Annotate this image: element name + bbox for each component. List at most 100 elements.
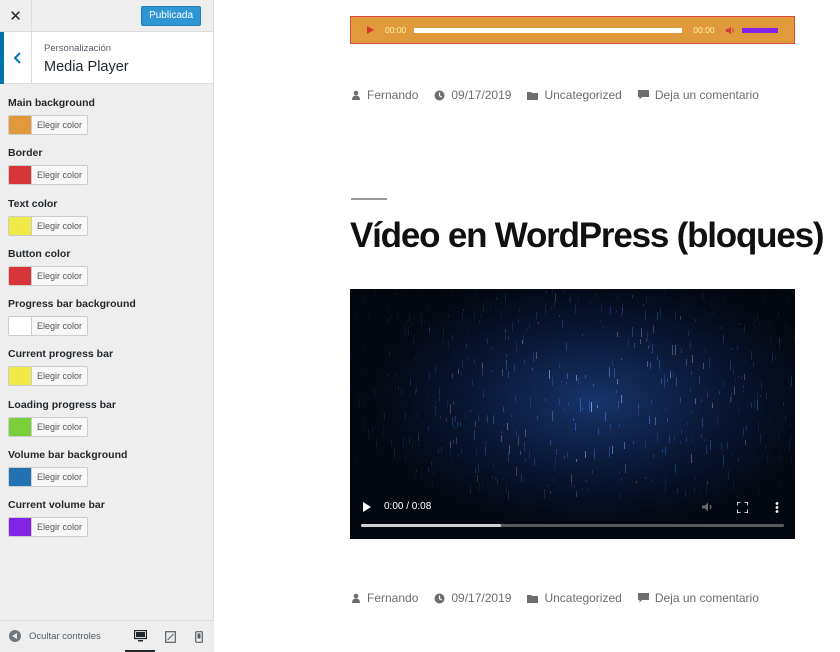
meta-date: 09/17/2019 [434,88,511,102]
video-progress-bar[interactable] [361,524,784,527]
audio-progress-bar[interactable] [414,27,683,33]
post-title[interactable]: Vídeo en WordPress (bloques) [350,216,825,256]
video-player[interactable]: 0:00 / 0:08 [350,289,795,539]
color-swatch[interactable] [9,417,32,436]
color-picker-label: Elegir color [32,417,88,436]
color-picker-label: Elegir color [32,468,88,487]
color-swatch[interactable] [9,266,32,285]
color-picker-button[interactable]: Elegir color [8,416,89,437]
mobile-preview-button[interactable] [184,621,214,652]
clock-icon [434,593,445,603]
breadcrumb: Personalización [44,43,112,54]
control-label: Progress bar background [8,298,136,311]
more-vertical-icon[interactable] [775,502,779,513]
collapse-arrow-icon [9,630,21,642]
control-label: Loading progress bar [8,398,116,411]
color-control: Progress bar background Elegir color [8,297,205,347]
color-swatch[interactable] [9,317,32,336]
color-picker-button[interactable]: Elegir color [8,467,89,488]
color-picker-button[interactable]: Elegir color [8,215,89,236]
color-picker-label: Elegir color [32,216,88,235]
color-picker-button[interactable]: Elegir color [8,316,89,337]
meta-author: Fernando [351,88,418,102]
close-icon[interactable]: ✕ [0,0,32,32]
control-label: Current progress bar [8,348,114,361]
post-meta: Fernando 09/17/2019 Uncategorized Deja u… [351,88,775,102]
color-swatch[interactable] [9,367,32,386]
site-preview: 00:00 00:00 Fernando 09/17/2019 Uncatego… [215,0,840,652]
date-link[interactable]: 09/17/2019 [451,88,511,102]
color-controls-list: Main background Elegir color Border Elegir … [0,84,213,549]
audio-current-time: 00:00 [385,25,407,35]
comment-icon [637,593,649,603]
user-icon [352,90,360,100]
control-label: Text color [8,197,58,210]
desktop-preview-button[interactable] [125,621,155,652]
color-picker-button[interactable]: Elegir color [8,265,89,286]
audio-duration: 00:00 [693,25,715,35]
meta-date: 09/17/2019 [434,591,511,605]
publish-button[interactable]: Publicada [141,6,201,26]
meta-category: Uncategorized [527,591,622,605]
author-link[interactable]: Fernando [367,88,418,102]
color-swatch[interactable] [9,518,32,537]
color-control: Text color Elegir color [8,197,205,247]
color-picker-button[interactable]: Elegir color [8,517,89,538]
color-picker-button[interactable]: Elegir color [8,165,89,186]
comments-link[interactable]: Deja un comentario [655,591,759,605]
volume-icon[interactable] [702,502,714,512]
color-swatch[interactable] [9,116,32,134]
customizer-footer: Ocultar controles [0,620,214,652]
color-picker-button[interactable]: Elegir color [8,115,89,135]
video-time: 0:00 / 0:08 [384,501,432,512]
color-swatch[interactable] [9,166,32,185]
meta-category: Uncategorized [527,88,622,102]
color-control: Main background Elegir color [8,96,205,146]
video-progress-fill [361,524,501,527]
color-picker-label: Elegir color [32,166,88,185]
hide-controls-button[interactable]: Ocultar controles [9,630,101,642]
audio-player: 00:00 00:00 [350,16,795,44]
date-link[interactable]: 09/17/2019 [451,591,511,605]
folder-icon [527,594,539,603]
customizer-sidebar: ✕ Publicada Personalización Media Player… [0,0,214,652]
color-control: Current progress bar Elegir color [8,347,205,397]
play-icon[interactable] [367,26,374,34]
tablet-preview-button[interactable] [155,621,185,652]
color-control: Volume bar background Elegir color [8,448,205,498]
author-link[interactable]: Fernando [367,591,418,605]
color-picker-label: Elegir color [32,317,88,336]
color-picker-label: Elegir color [32,116,88,134]
back-button[interactable] [0,32,32,84]
audio-volume-level [741,27,778,33]
category-link[interactable]: Uncategorized [544,591,621,605]
comments-link[interactable]: Deja un comentario [655,88,759,102]
fullscreen-icon[interactable] [737,502,748,513]
color-control: Loading progress bar Elegir color [8,398,205,448]
control-label: Current volume bar [8,499,105,512]
video-controls: 0:00 / 0:08 [350,491,795,539]
post-meta-bottom: Fernando 09/17/2019 Uncategorized Deja u… [351,591,775,605]
color-swatch[interactable] [9,468,32,487]
volume-icon[interactable] [725,26,736,35]
control-label: Main background [8,97,95,109]
clock-icon [434,90,445,100]
category-link[interactable]: Uncategorized [544,88,621,102]
meta-author: Fernando [351,591,418,605]
section-title: Media Player [44,59,129,75]
meta-comments: Deja un comentario [637,88,759,102]
control-label: Volume bar background [8,449,128,462]
audio-volume-bar[interactable] [741,27,778,33]
play-icon[interactable] [363,502,371,512]
color-control: Border Elegir color [8,146,205,196]
desktop-icon [133,629,147,641]
separator [351,198,387,200]
meta-comments: Deja un comentario [637,591,759,605]
tablet-icon [164,631,176,643]
color-picker-button[interactable]: Elegir color [8,366,89,387]
color-swatch[interactable] [9,216,32,235]
mobile-icon [195,631,203,643]
control-label: Button color [8,247,71,260]
hide-controls-label: Ocultar controles [29,630,101,642]
chevron-left-icon [13,52,21,64]
